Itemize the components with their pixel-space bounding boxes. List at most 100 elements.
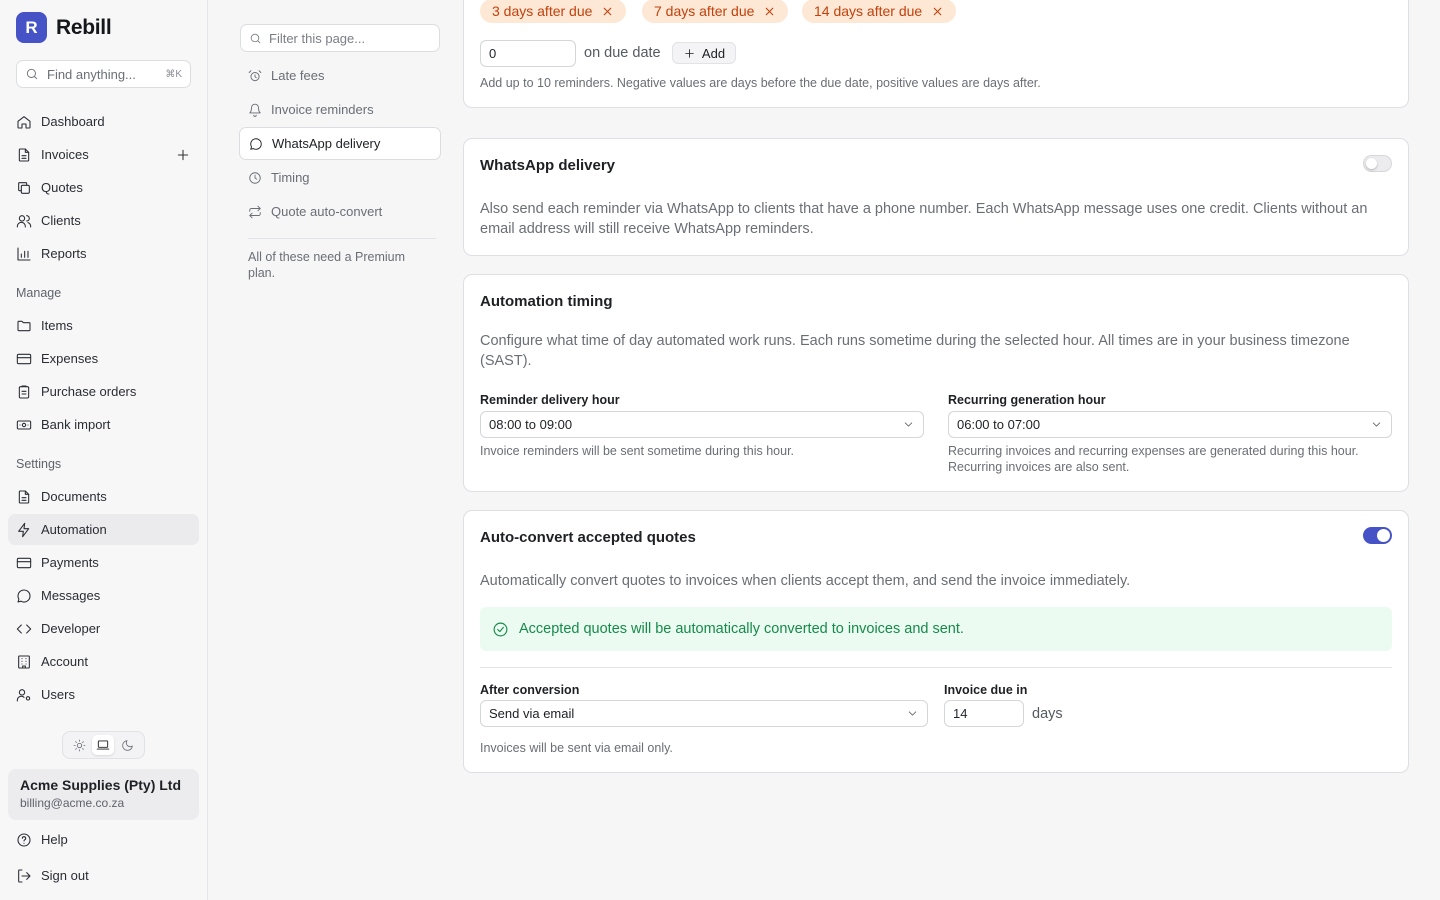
- nav-documents[interactable]: Documents: [8, 481, 199, 512]
- nav-label: Dashboard: [41, 114, 105, 129]
- reminders-help: Add up to 10 reminders. Negative values …: [480, 76, 1041, 90]
- bell-icon: [249, 103, 261, 117]
- theme-light-button[interactable]: [68, 735, 90, 755]
- account-switcher[interactable]: Acme Supplies (Pty) Ltd billing@acme.co.…: [8, 769, 199, 820]
- nav-label: Quotes: [41, 180, 83, 195]
- select-value: 08:00 to 09:00: [489, 417, 573, 432]
- brand-logo: R: [16, 12, 47, 43]
- nav-dashboard[interactable]: Dashboard: [8, 106, 199, 137]
- nav-clients[interactable]: Clients: [8, 205, 199, 236]
- theme-system-button[interactable]: [92, 735, 115, 755]
- nav-sign-out[interactable]: Sign out: [8, 860, 199, 891]
- subnav-timing[interactable]: Timing: [239, 161, 441, 194]
- card-title: WhatsApp delivery: [480, 157, 616, 174]
- card-description: Configure what time of day automated wor…: [480, 333, 1350, 369]
- recurring-hour-select[interactable]: 06:00 to 07:00: [948, 411, 1392, 438]
- home-icon: [17, 115, 31, 129]
- nav-expenses[interactable]: Expenses: [8, 343, 199, 374]
- users-icon: [16, 214, 32, 228]
- chip-label: 7 days after due: [654, 3, 755, 19]
- close-icon[interactable]: [763, 5, 776, 18]
- nav-label: Items: [41, 318, 73, 333]
- filter-placeholder: Filter this page...: [269, 30, 366, 46]
- recurring-hour-help: Recurring invoices and recurring expense…: [948, 444, 1359, 474]
- subnav-label: Quote auto-convert: [271, 204, 383, 219]
- nav-automation[interactable]: Automation: [8, 514, 199, 545]
- sun-icon: [73, 739, 86, 751]
- plus-icon: [685, 48, 694, 58]
- chip-label: 3 days after due: [492, 3, 593, 19]
- nav-label: Payments: [41, 555, 99, 570]
- folder-icon: [17, 320, 31, 331]
- nav-label: Reports: [41, 246, 87, 261]
- add-reminder-button[interactable]: Add: [672, 42, 736, 64]
- section-label-manage: Manage: [16, 286, 62, 300]
- brand-name: Rebill: [56, 15, 112, 39]
- invoice-reminders-card: 3 days after due 7 days after due 14 day…: [463, 0, 1409, 108]
- reminder-hour-select[interactable]: 08:00 to 09:00: [480, 411, 924, 438]
- nav-label: Invoices: [41, 147, 89, 162]
- credit-card-icon: [16, 557, 32, 568]
- nav-payments[interactable]: Payments: [8, 547, 199, 578]
- subnav-quote-auto-convert[interactable]: Quote auto-convert: [239, 195, 441, 228]
- search-icon: [250, 33, 261, 43]
- copy-icon: [18, 181, 30, 194]
- nav-label: Messages: [41, 588, 101, 603]
- subnav-label: Late fees: [271, 68, 325, 83]
- close-icon[interactable]: [601, 5, 614, 18]
- message-circle-icon: [250, 137, 262, 150]
- account-email: billing@acme.co.za: [20, 796, 125, 810]
- subnav-invoice-reminders[interactable]: Invoice reminders: [239, 93, 441, 126]
- card-description: Automatically convert quotes to invoices…: [480, 573, 1131, 589]
- nav-reports[interactable]: Reports: [8, 238, 199, 269]
- file-text-icon: [18, 147, 30, 162]
- subnav-whatsapp-delivery[interactable]: WhatsApp delivery: [239, 127, 441, 160]
- close-icon[interactable]: [931, 5, 944, 18]
- nav-quotes[interactable]: Quotes: [8, 172, 199, 203]
- invoice-due-label: Invoice due in: [944, 683, 1028, 697]
- code-icon: [16, 623, 32, 634]
- alarm-clock-icon: [248, 69, 262, 81]
- nav-label: Clients: [41, 213, 81, 228]
- section-label-settings: Settings: [16, 457, 62, 471]
- chevron-down-icon: [908, 711, 917, 716]
- nav-label: Sign out: [41, 868, 89, 883]
- add-invoice-icon[interactable]: [175, 147, 191, 163]
- filter-page-input[interactable]: Filter this page...: [240, 24, 440, 52]
- invoice-due-input[interactable]: 14: [944, 700, 1024, 727]
- nav-messages[interactable]: Messages: [8, 580, 199, 611]
- file-text-icon: [18, 489, 30, 504]
- whatsapp-toggle[interactable]: [1363, 155, 1392, 172]
- brand[interactable]: R Rebill: [16, 12, 112, 43]
- nav-purchase-orders[interactable]: Purchase orders: [8, 376, 199, 407]
- banknote-icon: [16, 419, 32, 430]
- nav-label: Users: [41, 687, 75, 702]
- card-title: Auto-convert accepted quotes: [480, 529, 696, 546]
- nav-label: Account: [41, 654, 88, 669]
- nav-invoices[interactable]: Invoices: [8, 139, 199, 170]
- nav-label: Developer: [41, 621, 101, 636]
- automation-timing-card: Automation timing Configure what time of…: [463, 274, 1409, 492]
- auto-convert-toggle[interactable]: [1363, 527, 1392, 544]
- after-conversion-help: Invoices will be sent via email only.: [480, 741, 673, 755]
- success-text: Accepted quotes will be automatically co…: [519, 621, 964, 637]
- nav-items[interactable]: Items: [8, 310, 199, 341]
- recurring-hour-label: Recurring generation hour: [948, 393, 1106, 407]
- repeat-icon: [249, 205, 261, 218]
- select-value: Send via email: [489, 706, 575, 721]
- nav-account[interactable]: Account: [8, 646, 199, 677]
- after-conversion-select[interactable]: Send via email: [480, 700, 928, 727]
- theme-dark-button[interactable]: [117, 735, 139, 755]
- reminder-hour-help: Invoice reminders will be sent sometime …: [480, 444, 795, 458]
- global-search-input[interactable]: Find anything... ⌘K: [16, 60, 191, 88]
- nav-developer[interactable]: Developer: [8, 613, 199, 644]
- nav-users[interactable]: Users: [8, 679, 199, 710]
- theme-switcher: [62, 731, 145, 759]
- subnav-late-fees[interactable]: Late fees: [239, 59, 441, 92]
- nav-help[interactable]: Help: [8, 824, 199, 855]
- message-circle-icon: [17, 589, 31, 603]
- reminder-days-input[interactable]: 0: [480, 40, 576, 67]
- nav-label: Expenses: [41, 351, 99, 366]
- nav-bank-import[interactable]: Bank import: [8, 409, 199, 440]
- nav-label: Documents: [41, 489, 107, 504]
